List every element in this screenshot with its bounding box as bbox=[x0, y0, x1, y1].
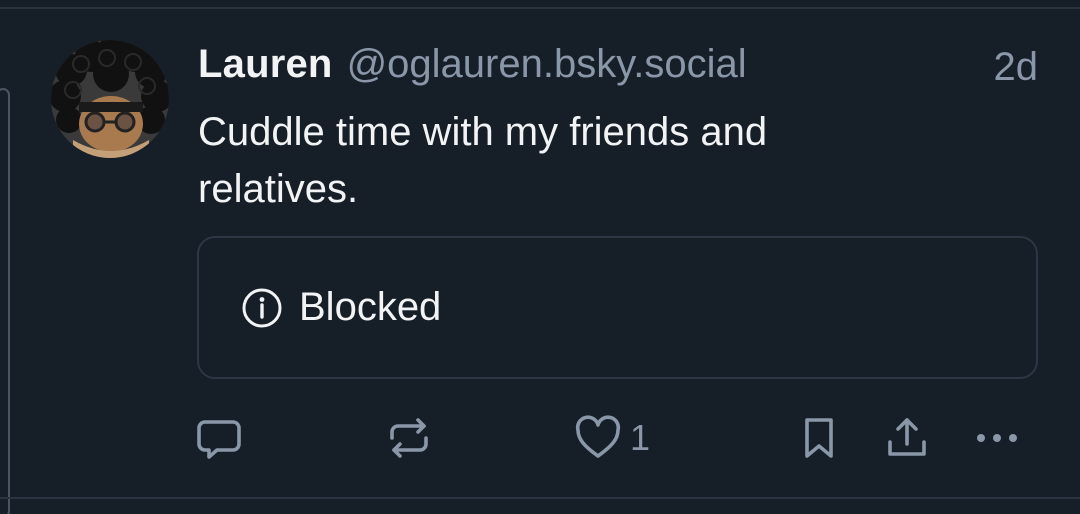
heart-icon bbox=[575, 415, 621, 458]
avatar-image bbox=[51, 40, 169, 158]
like-count: 1 bbox=[630, 417, 651, 458]
repost-button[interactable] bbox=[386, 410, 432, 466]
ellipsis-icon bbox=[977, 434, 1017, 442]
top-divider bbox=[0, 7, 1080, 9]
embed-blocked-label: Blocked bbox=[299, 285, 442, 329]
more-options-button[interactable] bbox=[972, 410, 1022, 466]
bottom-divider bbox=[0, 497, 1080, 499]
reply-button[interactable] bbox=[195, 410, 243, 466]
feed-post[interactable]: Lauren @oglauren.bsky.social 2d Cuddle t… bbox=[0, 0, 1080, 514]
author-handle[interactable]: @oglauren.bsky.social bbox=[347, 42, 747, 87]
post-actions-bar: 1 bbox=[0, 410, 1080, 466]
speech-bubble-icon bbox=[197, 420, 241, 459]
share-upload-icon bbox=[888, 418, 926, 456]
post-timestamp[interactable]: 2d bbox=[994, 45, 1039, 90]
repost-arrows-icon bbox=[390, 418, 428, 458]
post-body-text: Cuddle time with my friends and relative… bbox=[198, 110, 768, 211]
like-button[interactable]: 1 bbox=[574, 410, 650, 466]
blocked-embed[interactable]: Blocked bbox=[197, 236, 1038, 379]
bookmark-button[interactable] bbox=[800, 410, 838, 466]
info-circle-icon bbox=[242, 288, 282, 327]
author-display-name[interactable]: Lauren bbox=[198, 42, 333, 87]
avatar[interactable] bbox=[51, 40, 169, 158]
post-header: Lauren @oglauren.bsky.social bbox=[198, 42, 1040, 92]
bookmark-icon bbox=[805, 418, 833, 458]
share-button[interactable] bbox=[884, 410, 930, 466]
